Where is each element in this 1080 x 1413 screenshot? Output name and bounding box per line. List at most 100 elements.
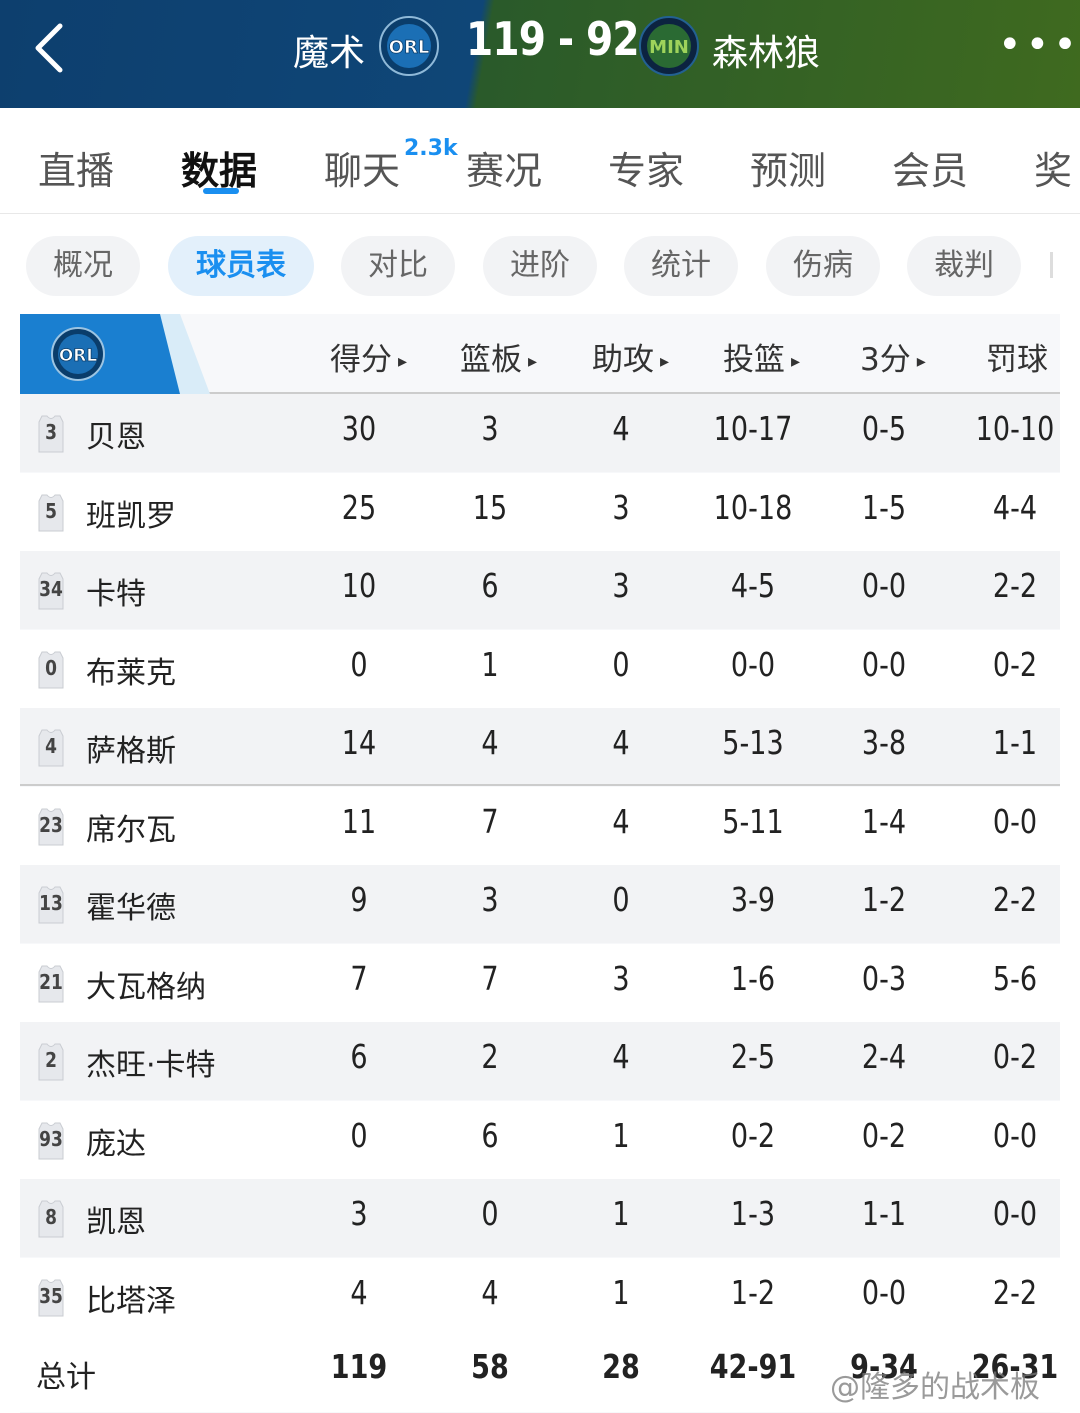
subtab-injuries[interactable]: 伤病 xyxy=(766,236,880,296)
stat-fg: 1-6 xyxy=(730,958,776,998)
subtab-referees[interactable]: 裁判 xyxy=(907,236,1021,296)
stat-ft: 4-4 xyxy=(992,487,1038,527)
table-row[interactable]: 0 布莱克 0 1 0 0-0 0-0 0-2 xyxy=(20,629,1060,708)
stat-assists: 1 xyxy=(612,1194,630,1233)
stat-rebounds: 0 xyxy=(481,1194,499,1233)
stat-3pt: 0-3 xyxy=(861,958,907,998)
stat-rebounds: 1 xyxy=(481,644,499,684)
subtab-advanced[interactable]: 进阶 xyxy=(483,236,597,296)
stat-fg: 2-5 xyxy=(730,1037,776,1076)
jersey-number: 0 xyxy=(45,655,57,680)
stat-points: 30 xyxy=(341,409,377,448)
stat-assists: 3 xyxy=(612,958,630,998)
col-header-rebounds[interactable]: 篮板 ▸ xyxy=(460,334,537,379)
player-name[interactable]: 席尔瓦 xyxy=(86,805,176,849)
tab-live[interactable]: 直播 xyxy=(38,140,114,195)
stat-ft: 0-2 xyxy=(992,644,1038,684)
stat-fg: 1-2 xyxy=(730,1272,776,1312)
col-header-fg[interactable]: 投篮 ▸ xyxy=(723,334,800,379)
tab-game-status[interactable]: 赛况 xyxy=(466,140,542,195)
table-row[interactable]: 21 大瓦格纳 7 7 3 1-6 0-3 5-6 xyxy=(20,943,1060,1022)
table-row[interactable]: 8 凯恩 3 0 1 1-3 1-1 0-0 xyxy=(20,1179,1060,1257)
stat-3pt: 0-0 xyxy=(861,566,907,605)
table-row[interactable]: 93 庞达 0 6 1 0-2 0-2 0-0 xyxy=(20,1100,1060,1179)
stat-assists: 4 xyxy=(612,1037,630,1076)
subtab-overview[interactable]: 概况 xyxy=(26,236,140,296)
table-row[interactable]: 3 贝恩 30 3 4 10-17 0-5 10-10 xyxy=(20,394,1060,472)
player-name[interactable]: 大瓦格纳 xyxy=(86,962,206,1006)
stat-ft: 2-2 xyxy=(992,880,1038,919)
chat-count-badge: 2.3k xyxy=(404,136,458,161)
away-team-name[interactable]: 森林狼 xyxy=(712,24,820,76)
stat-assists: 4 xyxy=(612,801,630,841)
player-name[interactable]: 贝恩 xyxy=(86,412,146,456)
subtab-player-stats[interactable]: 球员表 xyxy=(168,236,314,296)
table-row[interactable]: 34 卡特 10 6 3 4-5 0-0 2-2 xyxy=(20,551,1060,629)
jersey-number: 8 xyxy=(45,1205,57,1229)
orl-logo-icon[interactable]: ORL xyxy=(378,15,440,77)
total-fg: 42-91 xyxy=(709,1347,797,1386)
stat-rebounds: 15 xyxy=(472,487,508,527)
jersey-number: 34 xyxy=(39,577,63,601)
stat-points: 10 xyxy=(341,566,377,605)
tab-stats[interactable]: 数据 xyxy=(181,140,257,195)
back-arrow-icon[interactable] xyxy=(30,22,70,74)
player-name[interactable]: 霍华德 xyxy=(86,883,176,927)
subtab-compare[interactable]: 对比 xyxy=(341,236,455,296)
table-row[interactable]: 2 杰旺·卡特 6 2 4 2-5 2-4 0-2 xyxy=(20,1022,1060,1100)
orl-logo-text: ORL xyxy=(389,37,430,58)
more-menu-icon[interactable]: ••• xyxy=(998,25,1080,65)
col-header-ft[interactable]: 罚球 xyxy=(986,334,1048,379)
col-header-points[interactable]: 得分 ▸ xyxy=(330,334,407,379)
stat-3pt: 2-4 xyxy=(861,1037,907,1076)
player-name[interactable]: 萨格斯 xyxy=(86,726,176,770)
sort-arrow-icon: ▸ xyxy=(791,351,801,372)
jersey-number: 5 xyxy=(45,498,57,523)
tab-prediction[interactable]: 预测 xyxy=(750,140,826,195)
table-row[interactable]: 4 萨格斯 14 4 4 5-13 3-8 1-1 xyxy=(20,708,1060,786)
col-header-3pt[interactable]: 3分 ▸ xyxy=(860,334,926,379)
jersey-number: 3 xyxy=(45,420,57,444)
jersey-number: 4 xyxy=(45,734,57,758)
stat-3pt: 1-1 xyxy=(861,1194,907,1233)
stat-fg: 10-18 xyxy=(713,487,793,527)
table-row[interactable]: 5 班凯罗 25 15 3 10-18 1-5 4-4 xyxy=(20,472,1060,551)
col-header-assists[interactable]: 助攻 ▸ xyxy=(592,334,669,379)
stat-ft: 0-0 xyxy=(992,1115,1038,1155)
stat-rebounds: 3 xyxy=(481,880,499,919)
player-name[interactable]: 班凯罗 xyxy=(86,491,176,535)
jersey-number: 23 xyxy=(39,812,63,837)
tab-membership[interactable]: 会员 xyxy=(892,140,968,195)
team-badge[interactable]: ORL xyxy=(20,314,210,394)
min-logo-icon[interactable]: MIN xyxy=(638,15,700,77)
table-row[interactable]: 13 霍华德 9 3 0 3-9 1-2 2-2 xyxy=(20,865,1060,943)
stat-3pt: 0-2 xyxy=(861,1115,907,1155)
stat-3pt: 0-0 xyxy=(861,1272,907,1312)
stat-assists: 3 xyxy=(612,566,630,605)
table-row[interactable]: 23 席尔瓦 11 7 4 5-11 1-4 0-0 xyxy=(20,786,1060,865)
tab-chat[interactable]: 聊天 xyxy=(324,140,400,195)
subtab-statistics[interactable]: 统计 xyxy=(624,236,738,296)
sort-arrow-icon: ▸ xyxy=(528,351,538,372)
player-name[interactable]: 庞达 xyxy=(86,1119,146,1163)
player-name[interactable]: 卡特 xyxy=(86,569,146,613)
player-name[interactable]: 凯恩 xyxy=(86,1197,146,1241)
stat-ft: 2-2 xyxy=(992,1272,1038,1312)
player-name[interactable]: 布莱克 xyxy=(86,648,176,692)
player-name[interactable]: 杰旺·卡特 xyxy=(86,1040,216,1084)
total-points: 119 xyxy=(330,1347,388,1386)
main-tabs: 直播 数据 聊天 2.3k 赛况 专家 预测 会员 奖 xyxy=(0,108,1080,214)
table-row[interactable]: 35 比塔泽 4 4 1 1-2 0-0 2-2 xyxy=(20,1257,1060,1336)
tab-experts[interactable]: 专家 xyxy=(608,140,684,195)
stat-ft: 1-1 xyxy=(992,723,1038,762)
stat-points: 6 xyxy=(350,1037,368,1076)
jersey-number: 93 xyxy=(39,1126,63,1151)
player-name[interactable]: 比塔泽 xyxy=(86,1276,176,1320)
stat-points: 25 xyxy=(341,487,377,527)
game-score: 119 - 92 xyxy=(466,12,640,66)
stat-assists: 1 xyxy=(612,1115,630,1155)
home-team-name[interactable]: 魔术 xyxy=(293,24,365,76)
stat-ft: 10-10 xyxy=(975,409,1055,448)
active-tab-indicator xyxy=(203,188,239,194)
tab-prize[interactable]: 奖 xyxy=(1034,140,1072,195)
